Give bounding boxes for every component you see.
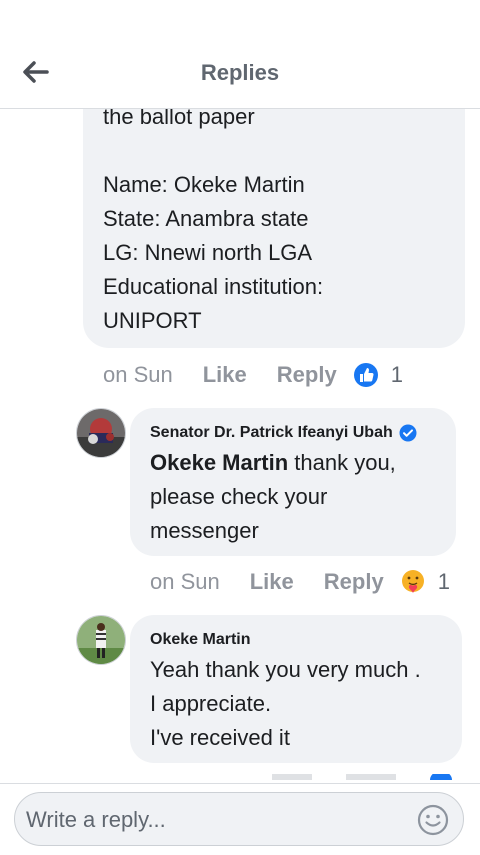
reply-text-line: Okeke Martin thank you,	[150, 450, 396, 476]
reply-button[interactable]: Reply	[324, 569, 384, 595]
reply-button-partial[interactable]	[346, 774, 396, 780]
like-button[interactable]: Like	[250, 569, 294, 595]
reply-time[interactable]: on Sun	[150, 569, 220, 595]
author-name[interactable]: Okeke Martin	[150, 631, 250, 649]
comment-time[interactable]: on Sun	[103, 362, 173, 388]
avatar[interactable]	[76, 408, 126, 458]
reply-input[interactable]: Write a reply...	[14, 792, 464, 846]
comment-line: State: Anambra state	[103, 206, 309, 231]
partial-reply-meta	[178, 774, 466, 783]
smiley-icon	[417, 804, 449, 836]
reply-placeholder: Write a reply...	[26, 807, 166, 832]
reaction-count[interactable]: 1	[438, 569, 450, 595]
comment-line: LG: Nnewi north LGA	[103, 240, 313, 265]
reply-bubble[interactable]: Okeke Martin Yeah thank you very much . …	[130, 615, 462, 763]
verified-badge-icon	[399, 424, 417, 442]
reply-composer: Write a reply...	[0, 783, 480, 855]
reply-author[interactable]: Okeke Martin	[150, 631, 250, 649]
reply-text: thank you,	[288, 450, 396, 475]
like-button-partial[interactable]	[272, 774, 312, 780]
author-name[interactable]: Senator Dr. Patrick Ifeanyi Ubah	[150, 424, 393, 442]
reply-author[interactable]: Senator Dr. Patrick Ifeanyi Ubah	[150, 424, 417, 442]
reaction-count[interactable]: 1	[391, 362, 403, 388]
avatar[interactable]	[76, 615, 126, 665]
replies-thread: the ballot paper Name: Okeke Martin Stat…	[0, 0, 480, 854]
comment-meta: on Sun Like Reply 1	[103, 362, 403, 388]
reply-time-partial	[178, 774, 238, 780]
page-title: Replies	[200, 60, 280, 85]
top-bar: Replies	[0, 0, 480, 109]
reply-button[interactable]: Reply	[277, 362, 337, 388]
mention-link[interactable]: Okeke Martin	[150, 450, 288, 475]
like-reaction-icon[interactable]	[353, 362, 379, 388]
reply-text-line: Yeah thank you very much .	[150, 657, 421, 682]
reply-text-line: please check your	[150, 484, 328, 509]
emoji-button[interactable]	[417, 804, 449, 836]
comment-line: UNIPORT	[103, 308, 202, 333]
reply-text-line: I've received it	[150, 725, 290, 750]
care-reaction-icon[interactable]	[400, 569, 426, 595]
comment-line: Name: Okeke Martin	[103, 172, 305, 197]
like-button[interactable]: Like	[203, 362, 247, 388]
reply-bubble[interactable]: Senator Dr. Patrick Ifeanyi Ubah Okeke M…	[130, 408, 456, 556]
reply-text-line: I appreciate.	[150, 691, 272, 716]
reply-text-line: messenger	[150, 518, 259, 543]
comment-line: Educational institution:	[103, 274, 324, 299]
like-reaction-icon	[430, 774, 452, 780]
reply-meta: on Sun Like Reply 1	[150, 569, 450, 595]
